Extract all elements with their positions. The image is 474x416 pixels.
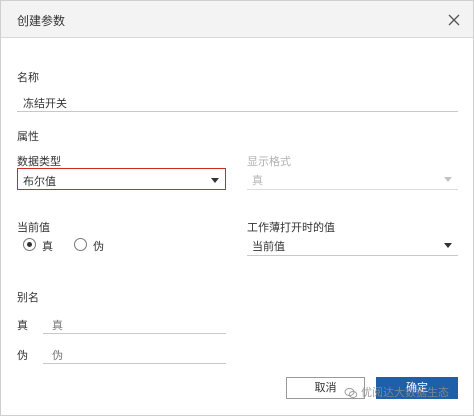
- alias-value-true: 真: [52, 319, 63, 332]
- alias-key-true: 真: [17, 319, 28, 332]
- radio-circle-false: [74, 238, 87, 251]
- alias-value-false: 伪: [52, 349, 63, 362]
- watermark-text: 优阅达大数据生态: [361, 386, 449, 399]
- alias-row-false: 伪 伪: [17, 344, 227, 368]
- close-icon[interactable]: [447, 13, 461, 27]
- watermark: 优阅达大数据生态: [344, 384, 449, 400]
- radio-circle-true: [23, 238, 36, 251]
- data-type-select[interactable]: 布尔值: [17, 168, 226, 190]
- alias-input-true[interactable]: 真: [43, 314, 226, 334]
- name-input-underline: [17, 111, 458, 112]
- create-parameter-dialog: 创建参数 名称 冻结开关 属性 数据类型 显示格式 布尔值 真 当前值 真 伪 …: [0, 0, 474, 416]
- radio-true[interactable]: 真: [23, 237, 63, 253]
- alias-label: 别名: [17, 291, 39, 304]
- data-type-label: 数据类型: [17, 155, 61, 168]
- display-format-select: 真: [247, 168, 458, 190]
- chevron-down-icon: [444, 177, 452, 182]
- current-value-label: 当前值: [17, 221, 50, 234]
- display-format-value: 真: [252, 174, 263, 187]
- radio-false[interactable]: 伪: [74, 237, 114, 253]
- workbook-open-label: 工作薄打开时的值: [247, 221, 335, 234]
- alias-input-false[interactable]: 伪: [43, 344, 226, 364]
- radio-false-label: 伪: [93, 240, 104, 253]
- name-label: 名称: [17, 71, 39, 84]
- radio-selected-dot: [27, 242, 32, 247]
- data-type-value: 布尔值: [23, 175, 56, 188]
- radio-true-label: 真: [42, 240, 53, 253]
- wechat-icon: [344, 387, 358, 398]
- properties-label: 属性: [17, 130, 39, 143]
- name-input[interactable]: 冻结开关: [23, 95, 67, 111]
- dialog-title: 创建参数: [17, 14, 66, 28]
- chevron-down-icon: [211, 178, 219, 183]
- workbook-open-value: 当前值: [252, 240, 285, 253]
- workbook-open-select[interactable]: 当前值: [247, 234, 458, 256]
- display-format-label: 显示格式: [247, 155, 291, 168]
- dialog-titlebar: 创建参数: [1, 1, 473, 38]
- alias-key-false: 伪: [17, 349, 28, 362]
- chevron-down-icon: [444, 243, 452, 248]
- alias-row-true: 真 真: [17, 314, 227, 338]
